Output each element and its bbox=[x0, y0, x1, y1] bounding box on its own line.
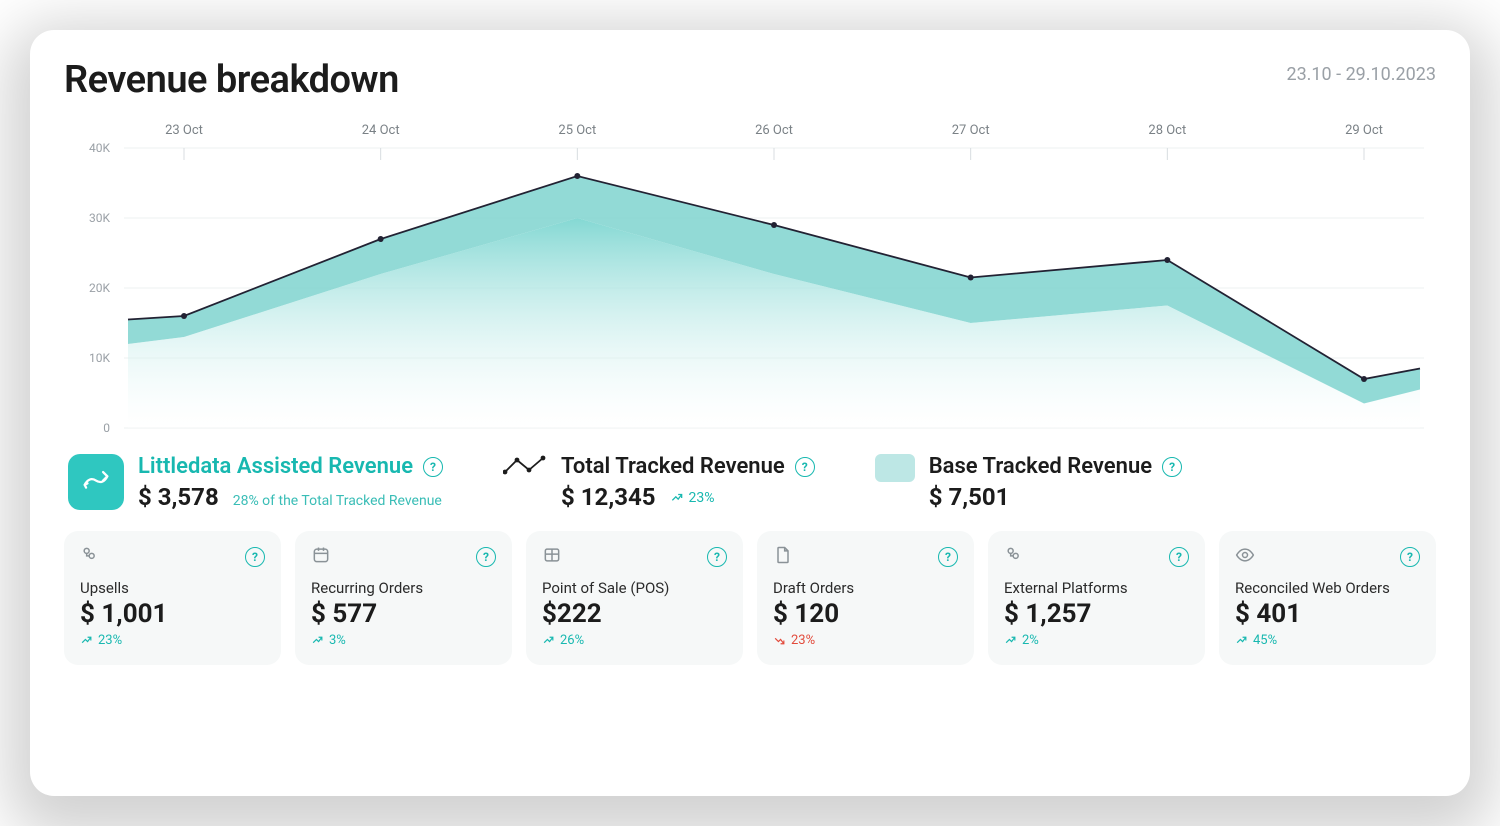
chart-svg: 0 10K 20K 30K 40K 23 Oct 24 Oct 25 Oct 26 Oct 27 … bbox=[64, 120, 1434, 440]
svg-text:27 Oct: 27 Oct bbox=[952, 123, 990, 138]
metric-trend: 23% bbox=[80, 633, 122, 648]
area-swatch-icon bbox=[875, 454, 915, 482]
svg-text:23 Oct: 23 Oct bbox=[165, 123, 203, 138]
legend-assisted-title: Littledata Assisted Revenue bbox=[138, 454, 413, 479]
legend-base-value: $ 7,501 bbox=[929, 483, 1010, 511]
metric-label: Reconciled Web Orders bbox=[1235, 579, 1420, 597]
svg-text:26 Oct: 26 Oct bbox=[755, 123, 793, 138]
help-icon[interactable]: ? bbox=[707, 547, 727, 567]
metric-label: Draft Orders bbox=[773, 579, 958, 597]
help-icon[interactable]: ? bbox=[476, 547, 496, 567]
metric-card[interactable]: ? Upsells $ 1,001 23% bbox=[64, 531, 281, 665]
legend-assisted-value: $ 3,578 bbox=[138, 483, 219, 511]
page-title: Revenue breakdown bbox=[64, 58, 399, 102]
metric-value: $222 bbox=[542, 599, 727, 629]
help-icon[interactable]: ? bbox=[1169, 547, 1189, 567]
legend-assisted-revenue: Littledata Assisted Revenue ? $ 3,578 28… bbox=[68, 454, 443, 511]
svg-text:40K: 40K bbox=[89, 141, 110, 155]
metric-label: Recurring Orders bbox=[311, 579, 496, 597]
svg-text:10K: 10K bbox=[89, 351, 110, 365]
help-icon[interactable]: ? bbox=[1400, 547, 1420, 567]
metric-value: $ 401 bbox=[1235, 599, 1420, 629]
legend-total-title: Total Tracked Revenue bbox=[561, 454, 785, 479]
layers-icon bbox=[80, 545, 100, 569]
metric-value: $ 577 bbox=[311, 599, 496, 629]
metric-value: $ 1,257 bbox=[1004, 599, 1189, 629]
metric-card[interactable]: ? Point of Sale (POS) $222 26% bbox=[526, 531, 743, 665]
help-icon[interactable]: ? bbox=[795, 457, 815, 477]
help-icon[interactable]: ? bbox=[423, 457, 443, 477]
metric-trend: 26% bbox=[542, 633, 584, 648]
metric-card[interactable]: ? Reconciled Web Orders $ 401 45% bbox=[1219, 531, 1436, 665]
metric-value: $ 120 bbox=[773, 599, 958, 629]
svg-text:25 Oct: 25 Oct bbox=[558, 123, 596, 138]
file-icon bbox=[773, 545, 793, 569]
metric-trend: 45% bbox=[1235, 633, 1277, 648]
revenue-chart: 0 10K 20K 30K 40K 23 Oct 24 Oct 25 Oct 26 Oct 27 … bbox=[64, 120, 1436, 440]
svg-text:30K: 30K bbox=[89, 211, 110, 225]
svg-text:29 Oct: 29 Oct bbox=[1345, 123, 1383, 138]
metric-label: Point of Sale (POS) bbox=[542, 579, 727, 597]
chart-legend: Littledata Assisted Revenue ? $ 3,578 28… bbox=[64, 454, 1436, 511]
littledata-logo-icon bbox=[68, 454, 124, 510]
metric-card[interactable]: ? External Platforms $ 1,257 2% bbox=[988, 531, 1205, 665]
metric-trend: 23% bbox=[773, 633, 815, 648]
svg-text:20K: 20K bbox=[89, 281, 110, 295]
help-icon[interactable]: ? bbox=[245, 547, 265, 567]
svg-text:24 Oct: 24 Oct bbox=[362, 123, 400, 138]
date-range: 23.10 - 29.10.2023 bbox=[1286, 64, 1436, 85]
eye-icon bbox=[1235, 545, 1255, 569]
metric-trend: 2% bbox=[1004, 633, 1039, 648]
calendar-icon bbox=[311, 545, 331, 569]
metric-trend: 3% bbox=[311, 633, 346, 648]
legend-base-title: Base Tracked Revenue bbox=[929, 454, 1152, 479]
metric-value: $ 1,001 bbox=[80, 599, 265, 629]
line-swatch-icon bbox=[503, 454, 547, 478]
help-icon[interactable]: ? bbox=[1162, 457, 1182, 477]
card-header: Revenue breakdown 23.10 - 29.10.2023 bbox=[64, 58, 1436, 102]
metric-cards-row: ? Upsells $ 1,001 23%? Recurring Orders $ 57… bbox=[64, 531, 1436, 665]
help-icon[interactable]: ? bbox=[938, 547, 958, 567]
svg-text:28 Oct: 28 Oct bbox=[1148, 123, 1186, 138]
table-icon bbox=[542, 545, 562, 569]
svg-text:0: 0 bbox=[103, 421, 110, 435]
metric-card[interactable]: ? Draft Orders $ 120 23% bbox=[757, 531, 974, 665]
legend-total-trend: 23% bbox=[670, 490, 715, 506]
layers-icon bbox=[1004, 545, 1024, 569]
metric-label: External Platforms bbox=[1004, 579, 1189, 597]
metric-label: Upsells bbox=[80, 579, 265, 597]
legend-base-tracked: Base Tracked Revenue ? $ 7,501 bbox=[875, 454, 1182, 511]
legend-assisted-subtext: 28% of the Total Tracked Revenue bbox=[233, 493, 442, 509]
metric-card[interactable]: ? Recurring Orders $ 577 3% bbox=[295, 531, 512, 665]
legend-total-tracked: Total Tracked Revenue ? $ 12,345 23% bbox=[503, 454, 815, 511]
revenue-breakdown-card: Revenue breakdown 23.10 - 29.10.2023 0 10… bbox=[30, 30, 1470, 796]
legend-total-value: $ 12,345 bbox=[561, 483, 656, 511]
